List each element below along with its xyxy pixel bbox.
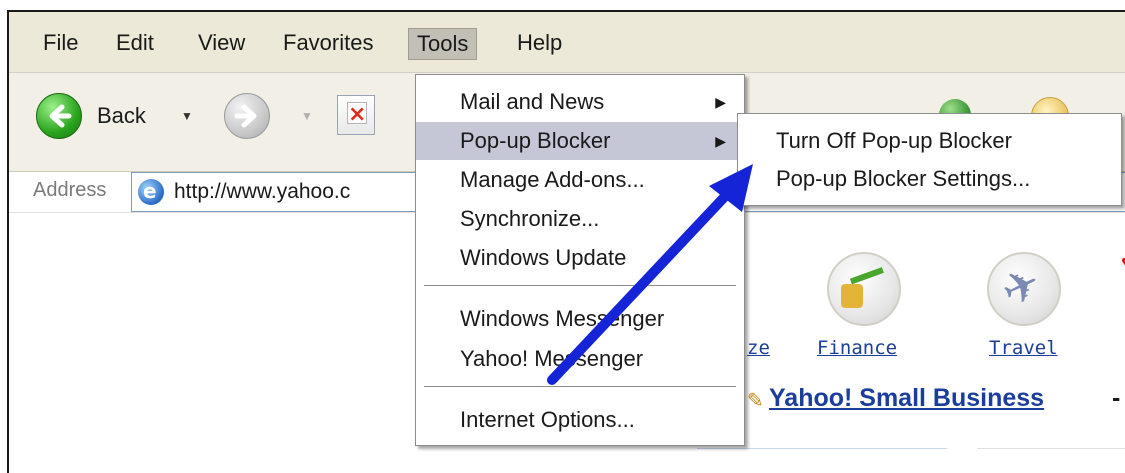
browser-window: File Edit View Favorites Tools Help Back… [7, 10, 1125, 473]
annotation-arrow-icon [547, 164, 753, 385]
